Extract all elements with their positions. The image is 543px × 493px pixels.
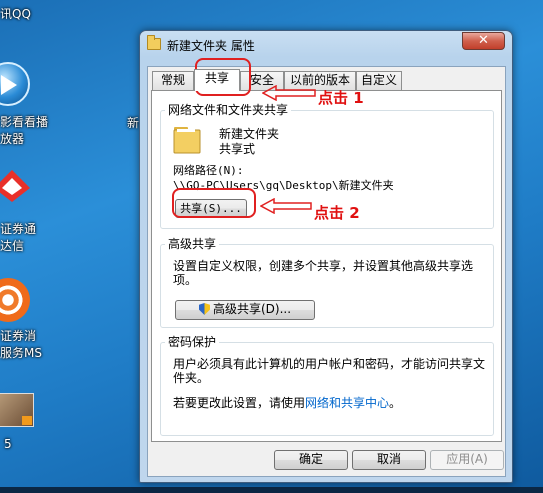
desktop-player-label[interactable]: 影看看播 放器 bbox=[0, 114, 48, 148]
ok-button[interactable]: 确定 bbox=[274, 450, 348, 470]
stock-app-icon[interactable] bbox=[0, 168, 32, 204]
password-protection-title: 密码保护 bbox=[165, 335, 220, 349]
desktop-qq-label[interactable]: 讯QQ bbox=[0, 6, 31, 23]
annotation-step-1: 点击 1 bbox=[318, 89, 364, 107]
annotation-arrow-2-icon bbox=[260, 198, 312, 214]
desktop-fragment-label[interactable]: 新 bbox=[127, 115, 139, 132]
advanced-sharing-description: 设置自定义权限，创建多个共享，并设置其他高级共享选项。 bbox=[173, 259, 474, 287]
network-sharing-center-link[interactable]: 网络和共享中心 bbox=[305, 396, 389, 410]
taskbar[interactable] bbox=[0, 487, 543, 493]
shared-folder-icon bbox=[173, 127, 201, 154]
cancel-button[interactable]: 取消 bbox=[352, 450, 426, 470]
advanced-sharing-group: 高级共享 设置自定义权限，创建多个共享，并设置其他高级共享选项。 高级共享(D)… bbox=[160, 237, 494, 328]
annotation-step-2: 点击 2 bbox=[314, 204, 360, 222]
desktop-weibo-label[interactable]: 证券消 服务MS bbox=[0, 328, 42, 362]
apply-button[interactable]: 应用(A) bbox=[430, 450, 504, 470]
password-change-prefix: 若要更改此设置，请使用 bbox=[173, 396, 306, 410]
password-protection-group: 密码保护 用户必须具有此计算机的用户帐户和密码，才能访问共享文件夹。 若要更改此… bbox=[160, 335, 494, 436]
desktop-video-label[interactable]: 5 bbox=[4, 436, 12, 453]
network-path-label: 网络路径(N): bbox=[173, 164, 244, 177]
close-button[interactable]: ✕ bbox=[462, 32, 505, 50]
desktop-stock-label[interactable]: 证券通 达信 bbox=[0, 221, 36, 255]
share-state: 共享式 bbox=[219, 142, 256, 156]
desktop-stock-label-line1: 证券通 bbox=[0, 222, 37, 236]
password-change-text: 若要更改此设置，请使用网络和共享中心。 bbox=[173, 394, 401, 411]
advanced-sharing-title: 高级共享 bbox=[165, 237, 220, 251]
advanced-sharing-button-label: 高级共享(D)... bbox=[212, 302, 292, 316]
video-file-icon[interactable] bbox=[0, 393, 34, 427]
close-icon: ✕ bbox=[478, 33, 489, 48]
advanced-sharing-button[interactable]: 高级共享(D)... bbox=[175, 300, 315, 320]
password-protection-description: 用户必须具有此计算机的用户帐户和密码，才能访问共享文件夹。 bbox=[173, 357, 486, 385]
tab-sharing[interactable]: 共享 bbox=[194, 69, 240, 91]
media-player-icon[interactable] bbox=[0, 62, 30, 106]
desktop-weibo-label-line1: 证券消 bbox=[0, 329, 37, 343]
weibo-app-icon[interactable] bbox=[0, 278, 30, 322]
title-bar[interactable]: 新建文件夹 属性 ✕ bbox=[140, 31, 512, 59]
folder-icon bbox=[147, 35, 161, 50]
desktop-player-label-line2: 放器 bbox=[0, 132, 25, 146]
window-title: 新建文件夹 属性 bbox=[167, 39, 255, 53]
sharing-tab-panel: 网络文件和文件夹共享 新建文件夹 共享式 网络路径(N): \\GQ-PC\Us… bbox=[151, 90, 502, 442]
network-sharing-title: 网络文件和文件夹共享 bbox=[165, 103, 292, 117]
password-change-suffix: 。 bbox=[389, 396, 402, 410]
desktop-player-label-line1: 影看看播 bbox=[0, 115, 49, 129]
tab-general[interactable]: 常规 bbox=[152, 71, 194, 90]
annotation-arrow-1-icon bbox=[262, 85, 316, 101]
desktop-stock-label-line2: 达信 bbox=[0, 239, 25, 253]
desktop-weibo-label-line2: 服务MS bbox=[0, 346, 42, 360]
annotation-ring-share-button bbox=[172, 188, 256, 218]
uac-shield-icon bbox=[198, 303, 210, 315]
dialog-client: 常规 共享 安全 以前的版本 自定义 网络文件和文件夹共享 新建文件夹 共享式 … bbox=[147, 66, 506, 477]
